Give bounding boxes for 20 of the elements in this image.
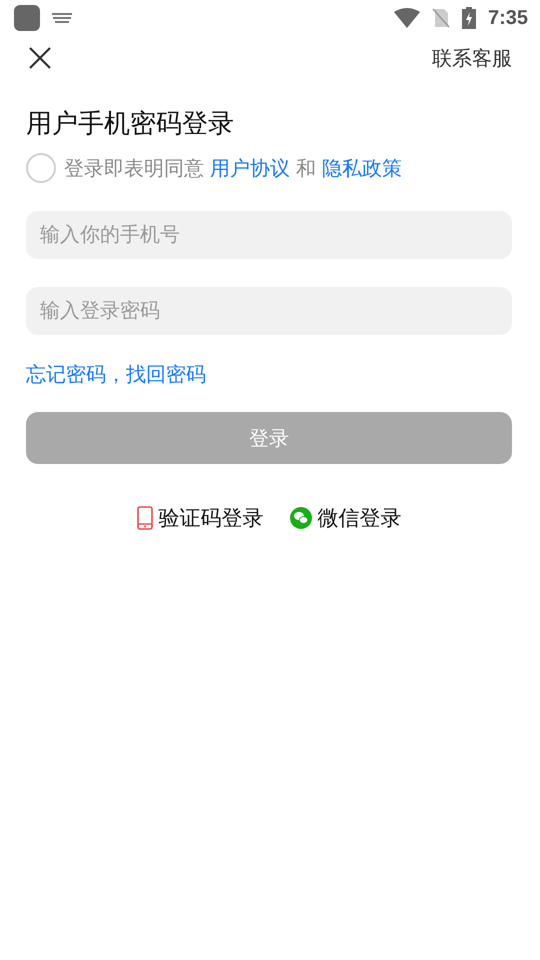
no-sim-icon bbox=[432, 8, 450, 28]
keyboard-icon bbox=[52, 13, 72, 23]
page-title: 用户手机密码登录 bbox=[26, 107, 235, 140]
wifi-icon bbox=[394, 8, 420, 28]
policy-link[interactable]: 用户协议 bbox=[210, 154, 290, 182]
close-icon[interactable] bbox=[28, 46, 52, 70]
wechat-login-link[interactable]: 微信登录 bbox=[318, 504, 402, 532]
policy-link[interactable]: 隐私政策 bbox=[322, 154, 402, 182]
contact-service-link[interactable]: 联系客服 bbox=[432, 44, 512, 72]
input-field[interactable]: 输入登录密码 bbox=[26, 287, 512, 335]
clock-time: 7:35 bbox=[488, 6, 528, 30]
input-field[interactable]: 输入你的手机号 bbox=[26, 211, 512, 259]
app-icon bbox=[14, 5, 40, 31]
agreement-checkbox[interactable] bbox=[26, 153, 56, 183]
chat-bubbles-icon bbox=[290, 507, 312, 529]
phone-icon bbox=[136, 506, 152, 530]
sms-login-link[interactable]: 验证码登录 bbox=[158, 504, 264, 532]
battery-icon bbox=[462, 7, 476, 29]
agreement-text: 登录即表明同意 用户协议 和 隐私政策 bbox=[64, 154, 402, 182]
forgot-password-link[interactable]: 忘记密码，找回密码 bbox=[26, 361, 206, 388]
